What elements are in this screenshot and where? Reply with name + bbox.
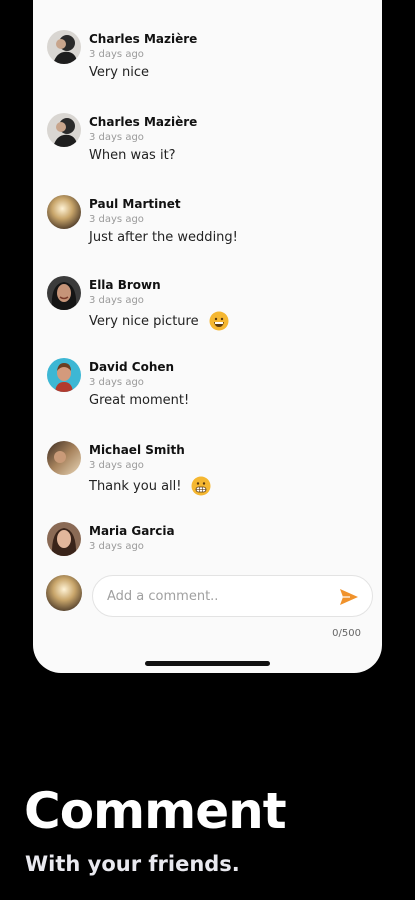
send-icon[interactable] [338,586,360,608]
avatar-charles-icon[interactable] [47,113,81,147]
character-counter: 0/500 [332,628,361,639]
promo-subtitle: With your friends. [25,852,240,876]
grimacing-emoji-icon [191,476,211,496]
comment-text-content: When was it? [89,148,176,163]
comment-time: 3 days ago [89,377,144,388]
comment-author[interactable]: Ella Brown [89,278,161,292]
promo-title: Comment [24,782,287,840]
comment-text-content: Great moment! [89,393,190,408]
grinning-emoji-icon [209,311,229,331]
avatar-paul-icon[interactable] [47,195,81,229]
current-user-avatar-icon [46,575,82,611]
comment-text-content: Very nice [89,65,150,80]
comment-author[interactable]: Charles Mazière [89,115,197,129]
comment-composer [92,575,373,617]
comment-time: 3 days ago [89,541,144,552]
comment-author[interactable]: Maria Garcia [89,524,175,538]
avatar-charles-icon[interactable] [47,30,81,64]
comment-text: When was it? [89,148,176,163]
comment-author[interactable]: Paul Martinet [89,197,181,211]
comment-text: Thank you all! [89,476,211,496]
home-indicator [145,661,270,666]
comment-text: Very nice picture [89,311,229,331]
comment-time: 3 days ago [89,132,144,143]
comment-text-content: Just after the wedding! [89,230,238,245]
comment-author[interactable]: Charles Mazière [89,32,197,46]
comment-input[interactable] [107,576,327,616]
phone-screen: Charles Mazière 3 days ago Very nice Cha… [33,0,382,673]
comment-text-content: Very nice picture [89,313,199,329]
comment-text: Just after the wedding! [89,230,238,245]
avatar-david-icon[interactable] [47,358,81,392]
avatar-michael-icon[interactable] [47,441,81,475]
comment-text: Very nice [89,65,149,80]
comment-author[interactable]: David Cohen [89,360,174,374]
comment-text-content: Thank you all! [89,478,182,494]
comment-author[interactable]: Michael Smith [89,443,185,457]
avatar-ella-icon[interactable] [47,276,81,310]
comment-time: 3 days ago [89,214,144,225]
comment-text: Great moment! [89,393,189,408]
comment-time: 3 days ago [89,460,144,471]
comment-time: 3 days ago [89,295,144,306]
comment-time: 3 days ago [89,49,144,60]
avatar-maria-icon[interactable] [47,522,81,556]
